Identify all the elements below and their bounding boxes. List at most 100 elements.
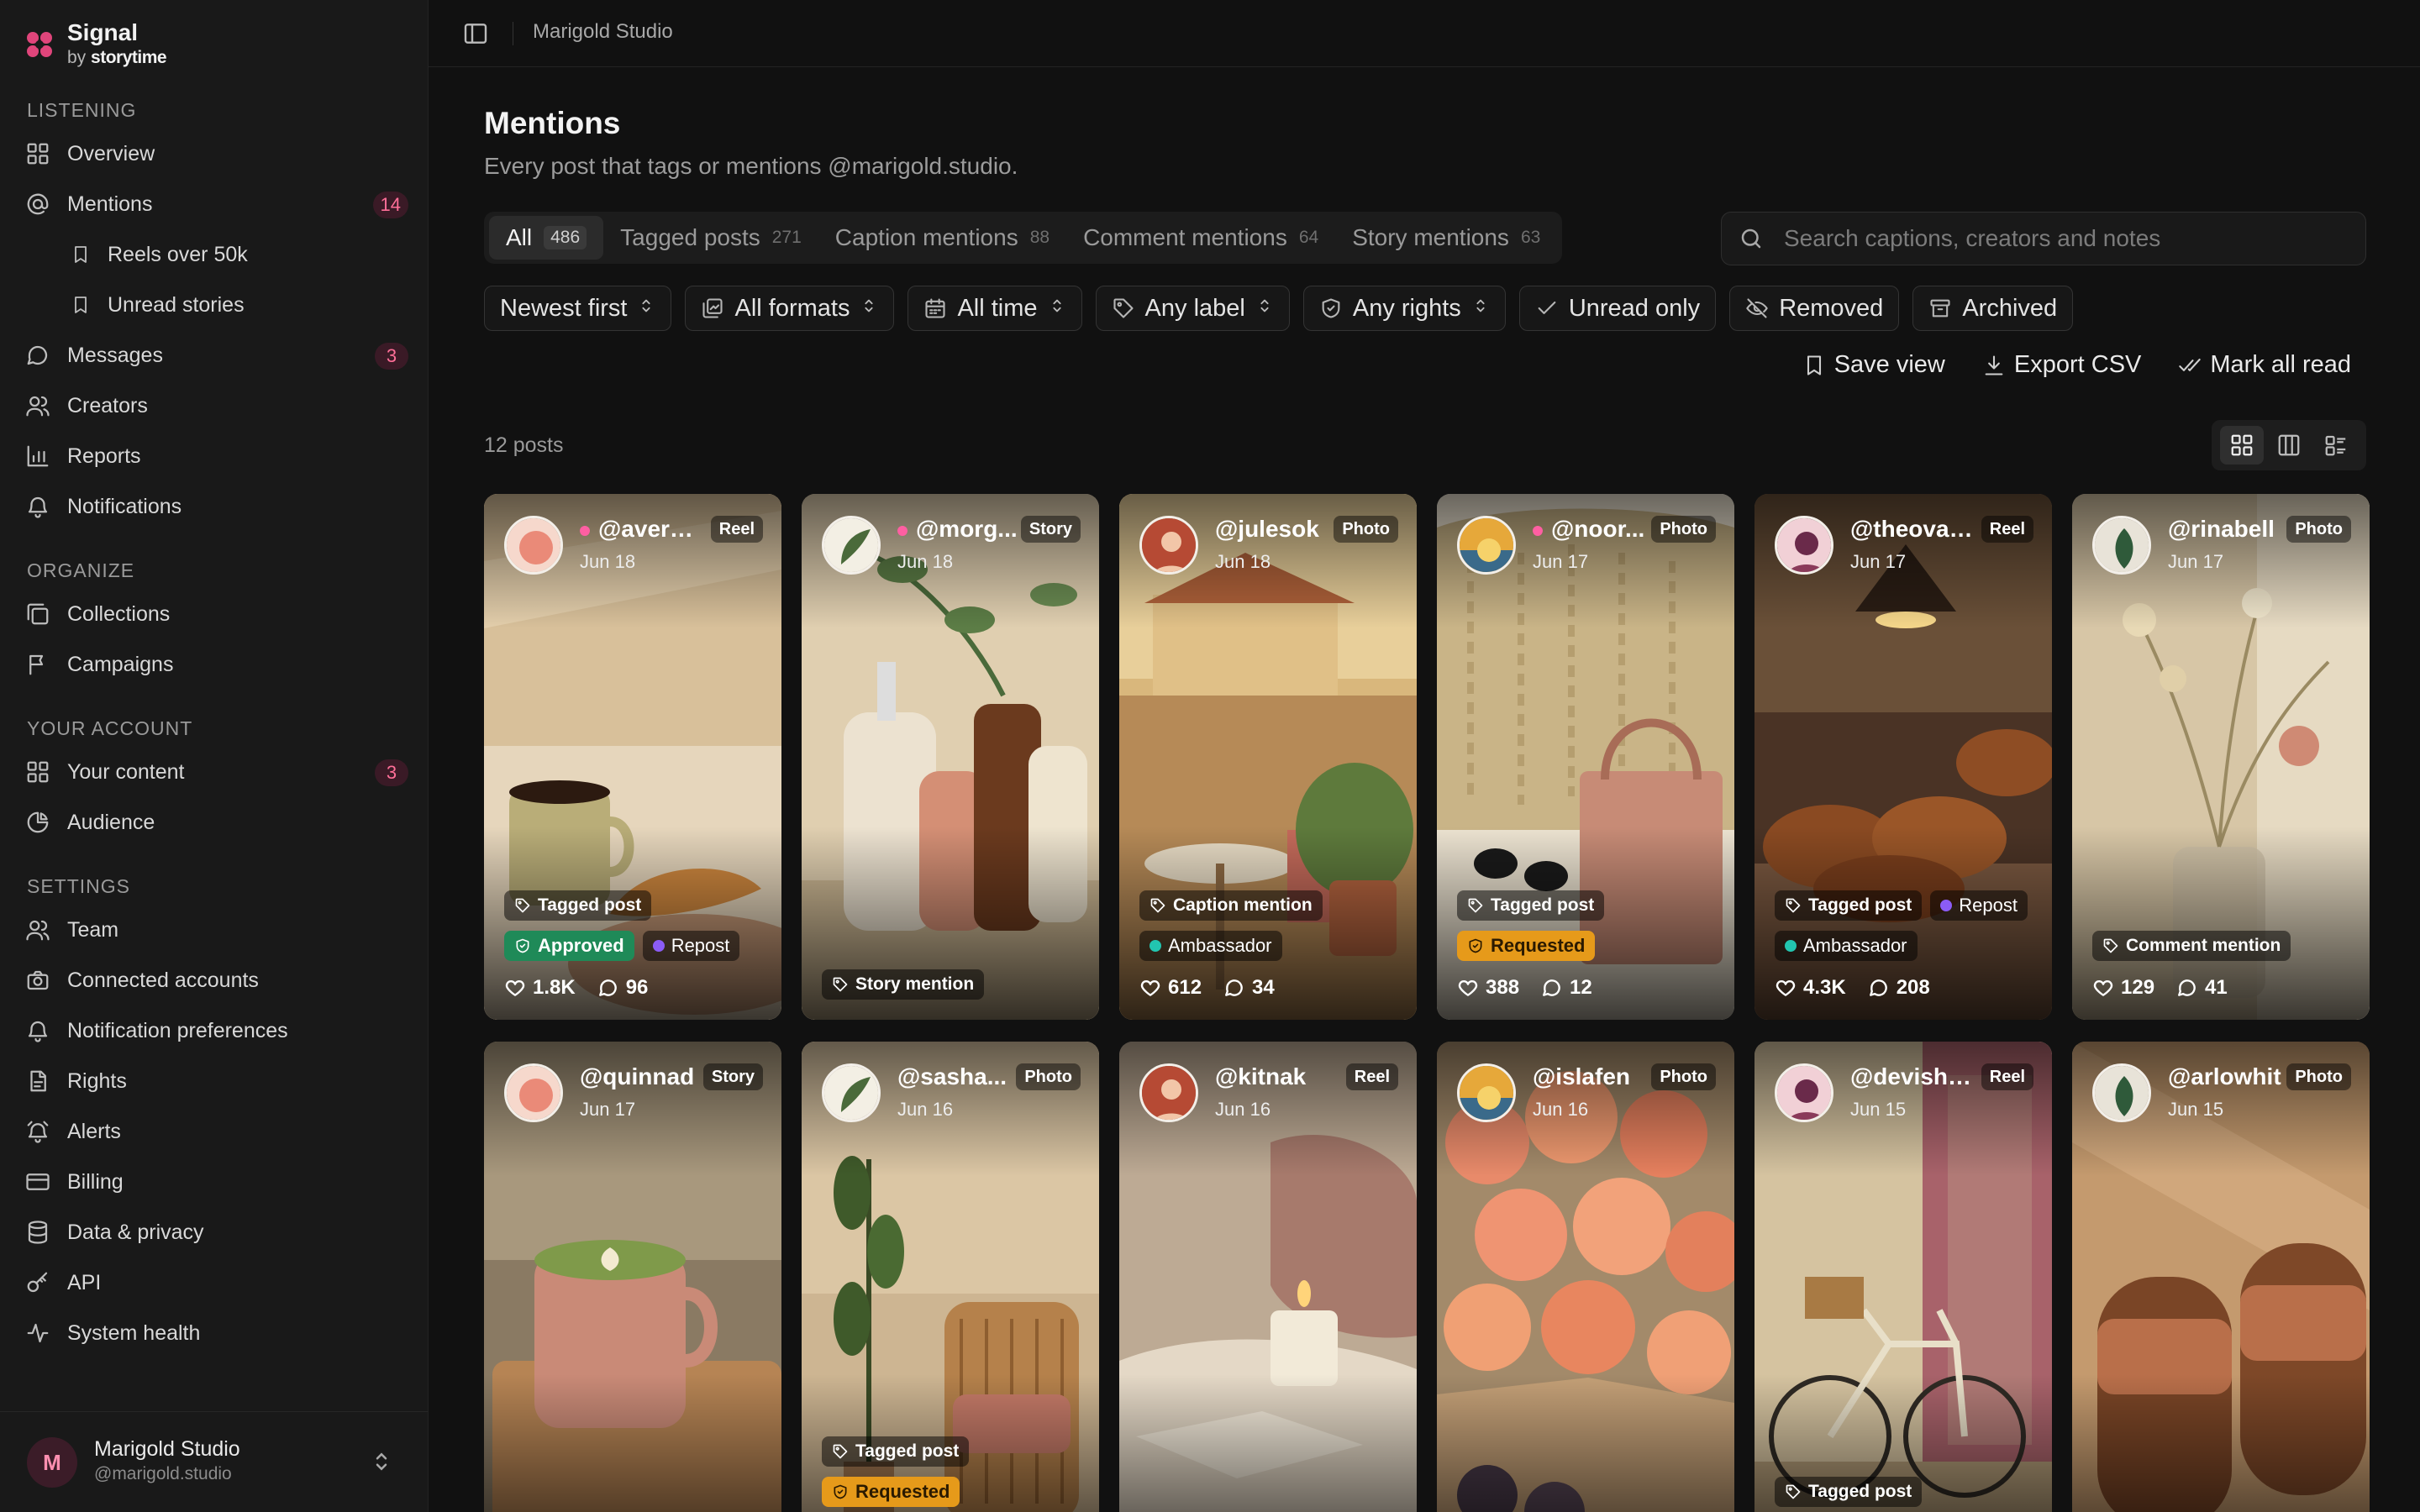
post-card[interactable]: @kitnak Jun 16 Reel Caption mention (1119, 1042, 1417, 1512)
sidebar-item-label: Connected accounts (67, 968, 259, 992)
sidebar-item-campaigns[interactable]: Campaigns (25, 643, 408, 685)
creator-avatar[interactable] (2092, 1063, 2151, 1122)
sidebar-item-your-content[interactable]: Your content 3 (25, 751, 408, 793)
creator-avatar[interactable] (1457, 1063, 1516, 1122)
creator-avatar[interactable] (1457, 516, 1516, 575)
creator-handle[interactable]: @noor... (1533, 516, 1659, 543)
breadcrumb[interactable]: Marigold Studio (533, 20, 673, 44)
creator-handle[interactable]: @sasha... (897, 1063, 1023, 1090)
search-box[interactable] (1721, 212, 2366, 265)
creator-handle[interactable]: @islafen (1533, 1063, 1659, 1090)
rights-status-chip[interactable]: Approved (504, 931, 634, 961)
creator-avatar[interactable] (1139, 516, 1198, 575)
post-card[interactable]: @rinabell Jun 17 Photo Comment mention 1… (2072, 494, 2370, 1020)
creator-avatar[interactable] (1775, 1063, 1833, 1122)
filter-any-rights[interactable]: Any rights (1302, 286, 1506, 331)
filter-newest-first[interactable]: Newest first (484, 286, 672, 331)
sidebar-item-billing[interactable]: Billing (25, 1161, 408, 1203)
mention-type-tag: Tagged post (1775, 890, 1923, 921)
creator-handle[interactable]: @julesok (1215, 516, 1341, 543)
post-card[interactable]: @sasha... Jun 16 Photo Tagged post Reques… (802, 1042, 1099, 1512)
export-csv-button[interactable]: Export CSV (1982, 351, 2141, 379)
grid-view-button[interactable] (2220, 426, 2264, 465)
creator-handle[interactable]: @rinabell (2168, 516, 2294, 543)
sidebar-item-system-health[interactable]: System health (25, 1312, 408, 1354)
filter-any-label[interactable]: Any label (1095, 286, 1290, 331)
post-card[interactable]: @morg... Jun 18 Story Story mention (802, 494, 1099, 1020)
mark-all-read-button[interactable]: Mark all read (2178, 351, 2351, 379)
page-title: Mentions (484, 106, 621, 140)
post-card[interactable]: @devishank Jun 15 Reel Tagged postApprov… (1754, 1042, 2052, 1512)
sidebar-item-reels-over-50k[interactable]: Reels over 50k (71, 234, 408, 276)
post-card[interactable]: @theovance Jun 17 Reel Tagged post Repost… (1754, 494, 2052, 1020)
creator-handle[interactable]: @arlowhit (2168, 1063, 2294, 1090)
sidebar-item-mentions[interactable]: Mentions 14 (25, 183, 408, 225)
post-card[interactable]: @arlowhit Jun 15 Photo Comment mention (2072, 1042, 2370, 1512)
sidebar-item-creators[interactable]: Creators (25, 385, 408, 427)
creator-handle[interactable]: @morg... (897, 516, 1023, 543)
tab-caption-mentions[interactable]: Caption mentions 88 (818, 216, 1066, 260)
creator-avatar[interactable] (822, 516, 881, 575)
label-chip[interactable]: Repost (1930, 890, 2028, 921)
sidebar-item-messages[interactable]: Messages 3 (25, 334, 408, 376)
tab-all[interactable]: All 486 (489, 216, 604, 260)
sidebar-item-rights[interactable]: Rights (25, 1060, 408, 1102)
filter-all-formats[interactable]: All formats (685, 286, 895, 331)
tab-comment-mentions[interactable]: Comment mentions 64 (1066, 216, 1335, 260)
mention-type-tag: Story mention (822, 969, 985, 1000)
label-chip[interactable]: Ambassador (1139, 931, 1282, 961)
creator-handle[interactable]: @averyl... (580, 516, 706, 543)
post-card[interactable]: @julesok Jun 18 Photo Caption mention Amb… (1119, 494, 1417, 1020)
creator-avatar[interactable] (822, 1063, 881, 1122)
sidebar-item-reports[interactable]: Reports (25, 435, 408, 477)
sidebar-item-data-privacy[interactable]: Data & privacy (25, 1211, 408, 1253)
sidebar-item-api[interactable]: API (25, 1262, 408, 1304)
filter-archived[interactable]: Archived (1912, 286, 2074, 331)
list-view-button[interactable] (2314, 426, 2358, 465)
creator-handle[interactable]: @quinnad (580, 1063, 706, 1090)
label-chip[interactable]: Ambassador (1775, 931, 1918, 961)
rights-status-chip[interactable]: Requested (1457, 931, 1596, 961)
creator-avatar[interactable] (504, 1063, 563, 1122)
filter-removed[interactable]: Removed (1729, 286, 1900, 331)
sidebar-item-notifications[interactable]: Notifications (25, 486, 408, 528)
sidebar-item-connected-accounts[interactable]: Connected accounts (25, 959, 408, 1001)
tab-story-mentions[interactable]: Story mentions 63 (1335, 216, 1557, 260)
sidebar-toggle-icon[interactable] (462, 20, 489, 47)
creator-avatar[interactable] (2092, 516, 2151, 575)
creator-avatar[interactable] (1775, 516, 1833, 575)
sidebar-item-unread-stories[interactable]: Unread stories (71, 284, 408, 326)
mention-type-row: Tagged post Repost (1775, 890, 2028, 921)
creator-handle[interactable]: @devishank (1850, 1063, 1976, 1090)
account-switcher[interactable]: M Marigold Studio @marigold.studio (0, 1411, 428, 1512)
filter-unread-only[interactable]: Unread only (1518, 286, 1717, 331)
creator-avatar[interactable] (504, 516, 563, 575)
post-date: Jun 15 (1850, 1099, 1907, 1120)
sidebar-item-audience[interactable]: Audience (25, 801, 408, 843)
nav-section-title: YOUR ACCOUNT (27, 717, 193, 739)
post-card[interactable]: @averyl... Jun 18 Reel Tagged post Approv… (484, 494, 781, 1020)
sidebar-item-collections[interactable]: Collections (25, 593, 408, 635)
tab-tagged-posts[interactable]: Tagged posts 271 (603, 216, 818, 260)
post-card[interactable]: @noor... Jun 17 Photo Tagged post Request… (1437, 494, 1734, 1020)
comment-icon (598, 979, 617, 996)
post-card[interactable]: @islafen Jun 16 Photo Tagged postPress (1437, 1042, 1734, 1512)
sidebar-item-overview[interactable]: Overview (25, 133, 408, 175)
label-chip[interactable]: Repost (642, 931, 740, 961)
sidebar-item-team[interactable]: Team (25, 909, 408, 951)
bookmark-icon (75, 297, 87, 313)
shield-icon (834, 1484, 847, 1499)
filter-all-time[interactable]: All time (908, 286, 1082, 331)
sidebar-item-alerts[interactable]: Alerts (25, 1110, 408, 1152)
sidebar-item-notification-preferences[interactable]: Notification preferences (25, 1010, 408, 1052)
columns-view-button[interactable] (2267, 426, 2311, 465)
post-card[interactable]: @quinnad Jun 17 Story (484, 1042, 781, 1512)
search-input[interactable] (1784, 225, 2338, 252)
save-view-button[interactable]: Save view (1802, 351, 1945, 379)
creator-avatar[interactable] (1139, 1063, 1198, 1122)
creator-handle[interactable]: @theovance (1850, 516, 1976, 543)
creator-handle[interactable]: @kitnak (1215, 1063, 1341, 1090)
rights-status-chip[interactable]: Requested (822, 1477, 960, 1507)
brand[interactable]: Signal by storytime (25, 15, 167, 74)
eye-off-icon (1746, 298, 1768, 318)
